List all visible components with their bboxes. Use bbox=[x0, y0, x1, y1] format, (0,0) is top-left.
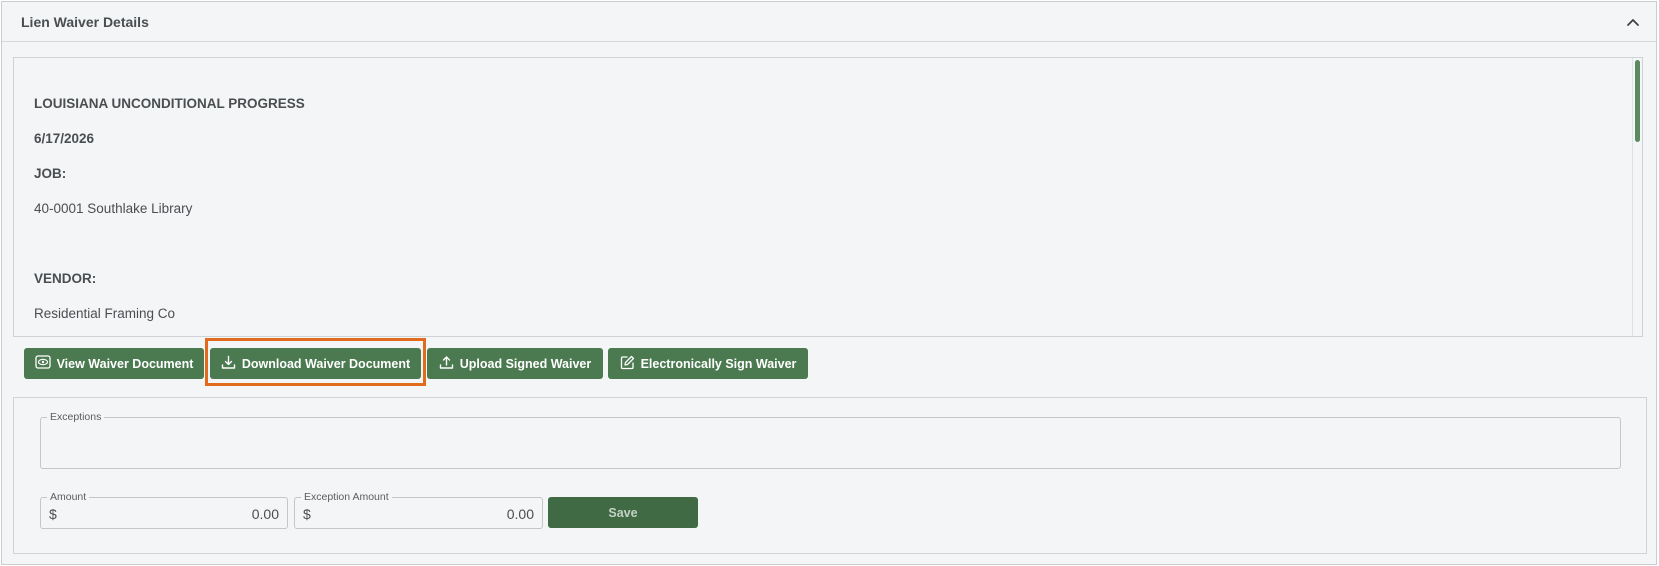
document-heading: LOUISIANA UNCONDITIONAL PROGRESS bbox=[34, 96, 305, 111]
view-waiver-button[interactable]: View Waiver Document bbox=[24, 348, 204, 379]
chevron-up-icon[interactable] bbox=[1624, 14, 1642, 30]
vendor-value: Residential Framing Co bbox=[34, 306, 176, 321]
panel-header[interactable]: Lien Waiver Details bbox=[2, 2, 1656, 42]
document-scrollbar[interactable] bbox=[1632, 58, 1642, 336]
waiver-form: Exceptions Amount $ 0.00 Exception Amoun… bbox=[13, 397, 1647, 554]
job-value: 40-0001 Southlake Library bbox=[34, 201, 193, 216]
upload-signed-waiver-label: Upload Signed Waiver bbox=[459, 356, 592, 371]
exception-amount-field[interactable]: Exception Amount $ 0.00 bbox=[294, 491, 543, 529]
job-label: JOB: bbox=[34, 166, 67, 181]
download-icon bbox=[221, 355, 236, 373]
download-waiver-label: Download Waiver Document bbox=[241, 356, 411, 371]
exceptions-label: Exceptions bbox=[47, 411, 105, 423]
panel-title: Lien Waiver Details bbox=[21, 14, 149, 30]
vendor-label: VENDOR: bbox=[34, 271, 97, 286]
save-button[interactable]: Save bbox=[548, 497, 698, 528]
document-scrollbar-thumb[interactable] bbox=[1635, 60, 1640, 142]
edit-icon bbox=[620, 355, 635, 373]
waiver-document-preview[interactable]: LOUISIANA UNCONDITIONAL PROGRESS 6/17/20… bbox=[13, 57, 1643, 337]
upload-icon bbox=[439, 355, 454, 373]
upload-signed-waiver-button[interactable]: Upload Signed Waiver bbox=[427, 348, 603, 379]
amount-label: Amount bbox=[47, 491, 90, 503]
amount-field[interactable]: Amount $ 0.00 bbox=[40, 491, 288, 529]
electronically-sign-waiver-label: Electronically Sign Waiver bbox=[640, 356, 797, 371]
exception-amount-currency: $ bbox=[303, 506, 311, 522]
electronically-sign-waiver-button[interactable]: Electronically Sign Waiver bbox=[608, 348, 808, 379]
download-waiver-button[interactable]: Download Waiver Document bbox=[210, 348, 421, 379]
amount-value: 0.00 bbox=[251, 506, 279, 522]
exceptions-field[interactable]: Exceptions bbox=[40, 411, 1621, 469]
exception-amount-value: 0.00 bbox=[506, 506, 534, 522]
eye-icon bbox=[34, 355, 51, 372]
exception-amount-label: Exception Amount bbox=[301, 491, 392, 503]
document-date: 6/17/2026 bbox=[34, 131, 95, 146]
view-waiver-label: View Waiver Document bbox=[56, 356, 194, 371]
amount-currency: $ bbox=[49, 506, 57, 522]
